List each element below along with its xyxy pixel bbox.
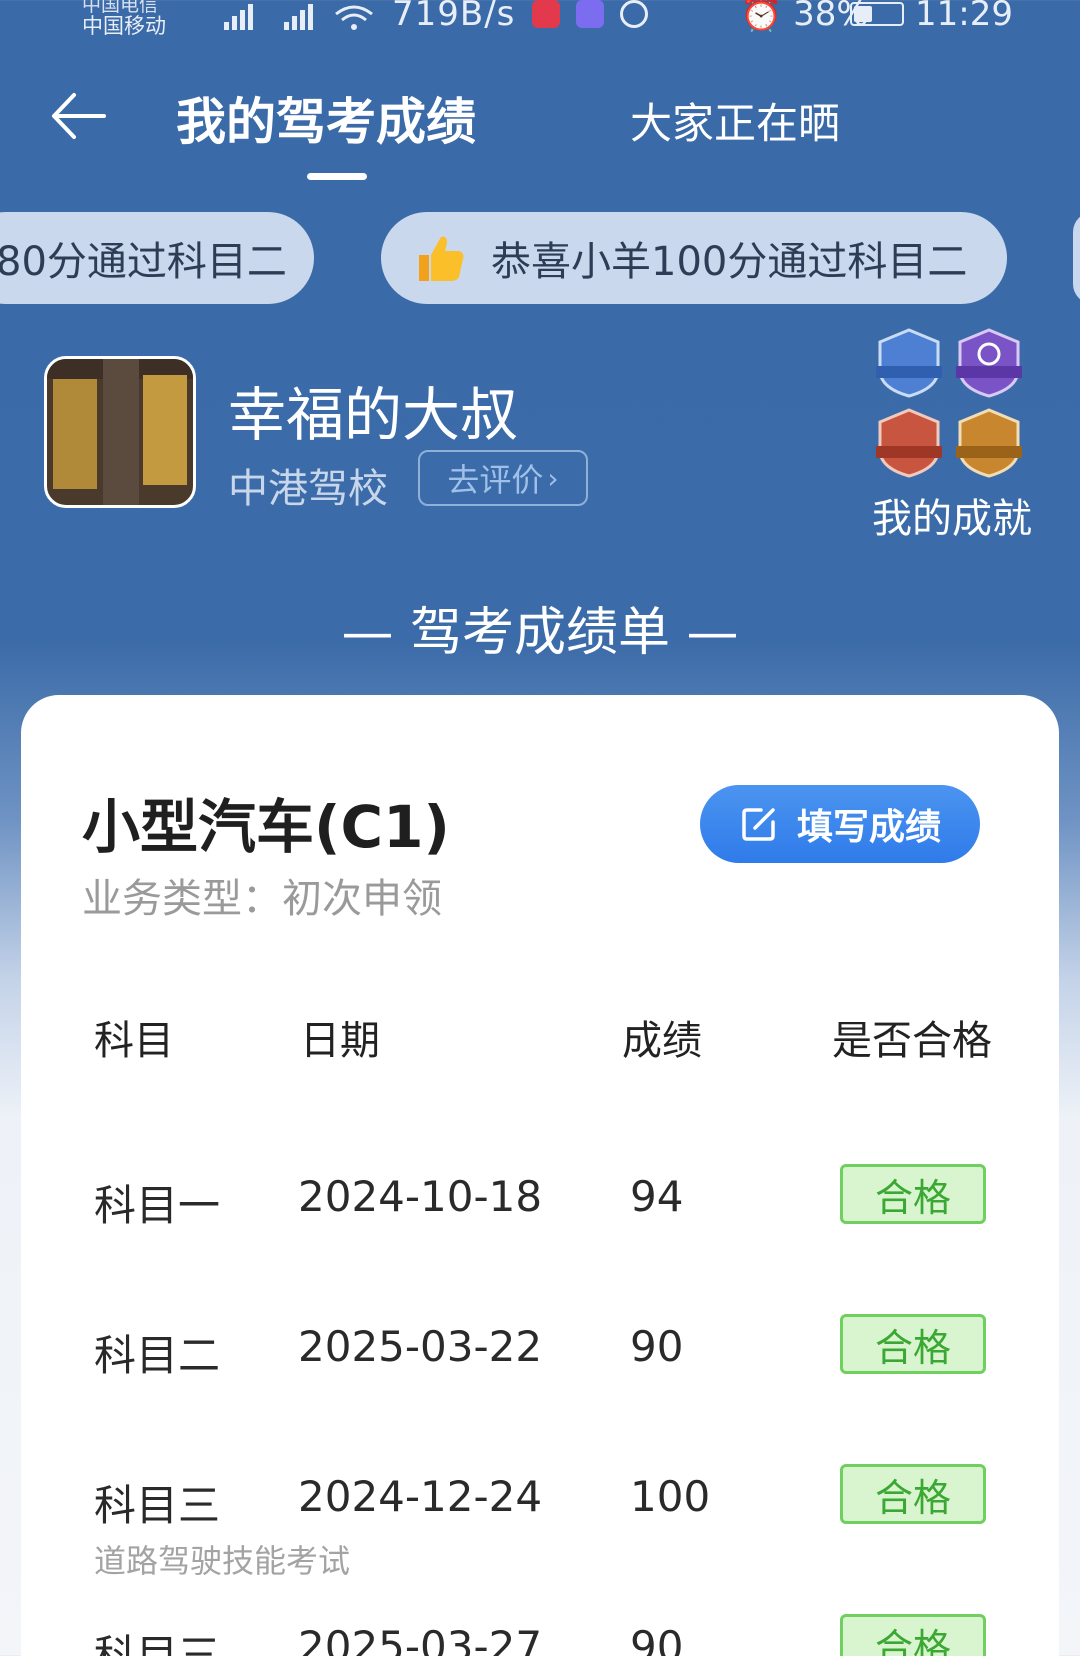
rate-school-button[interactable]: 去评价 ›	[418, 450, 588, 506]
cell-score: 90	[630, 1322, 684, 1371]
cell-date: 2024-12-24	[298, 1472, 543, 1521]
pass-badge: 合格	[840, 1314, 986, 1374]
column-header-pass: 是否合格	[832, 1018, 992, 1064]
cell-date: 2025-03-27	[298, 1622, 543, 1656]
cell-date: 2025-03-22	[298, 1322, 543, 1371]
status-bar: 中国电信 中国移动 719B/s ⏰ 38% 11:29	[0, 0, 1080, 48]
driving-school-name: 中港驾校	[228, 466, 388, 512]
business-type: 业务类型：初次申领	[82, 876, 442, 922]
table-row: 科目一 2024-10-18 94 合格	[0, 1164, 1080, 1262]
carrier-label: 中国移动	[82, 14, 166, 38]
signal-icon	[210, 2, 258, 32]
user-name: 幸福的大叔	[228, 381, 519, 449]
achievement-badges[interactable]	[872, 326, 1032, 486]
tab-underline	[307, 173, 367, 180]
subject-note: 道路驾驶技能考试	[94, 1542, 351, 1580]
column-header-date: 日期	[300, 1018, 380, 1064]
book-app-icon	[532, 0, 560, 28]
music-app-icon	[576, 0, 604, 28]
back-button[interactable]	[44, 82, 112, 150]
net-speed: 719B/s	[392, 0, 516, 34]
license-type: 小型汽车(C1)	[82, 793, 450, 861]
cell-subject: 科目三	[94, 1481, 221, 1530]
badge-license-icon	[952, 406, 1026, 480]
congrats-ticker: 80分通过科目二 恭喜小羊100分通过科目二	[0, 212, 1080, 304]
cell-subject: 科目二	[94, 1331, 221, 1380]
ticker-text: 恭喜小羊100分通过科目二	[491, 239, 968, 285]
pass-badge: 合格	[840, 1164, 986, 1224]
ticker-item[interactable]: 恭喜小羊100分通过科目二	[381, 212, 1007, 304]
pass-badge: 合格	[840, 1614, 986, 1656]
cell-score: 94	[630, 1172, 684, 1221]
rate-label: 去评价	[447, 461, 544, 499]
badge-subject-two-icon	[952, 326, 1026, 400]
fill-score-button[interactable]: 填写成绩	[700, 785, 980, 863]
badge-subject-one-icon	[872, 326, 946, 400]
chevron-right-icon: ›	[547, 461, 559, 495]
thumbs-up-icon	[419, 236, 464, 281]
ticker-item[interactable]	[1073, 212, 1080, 304]
table-row: 科目三 2025-03-27 90 合格	[0, 1614, 1080, 1656]
arrow-left-icon	[52, 93, 106, 139]
tab-everyone-sharing[interactable]: 大家正在晒	[630, 90, 840, 160]
ticker-text: 80分通过科目二	[0, 239, 287, 285]
badge-subject-three-icon	[872, 406, 946, 480]
pass-badge: 合格	[840, 1464, 986, 1524]
score-sheet-title: — 驾考成绩单 —	[341, 603, 739, 663]
ticker-item[interactable]: 80分通过科目二	[0, 212, 314, 304]
tab-my-scores[interactable]: 我的驾考成绩	[176, 82, 476, 152]
fill-score-label: 填写成绩	[796, 807, 941, 848]
column-header-score: 成绩	[622, 1018, 702, 1064]
signal-icon	[270, 2, 318, 32]
cell-score: 100	[630, 1472, 711, 1521]
avatar[interactable]	[44, 356, 196, 508]
cell-score: 90	[630, 1622, 684, 1656]
cell-date: 2024-10-18	[298, 1172, 543, 1221]
table-row: 科目二 2025-03-22 90 合格	[0, 1314, 1080, 1412]
edit-icon	[742, 808, 775, 841]
cell-subject: 科目一	[94, 1181, 221, 1230]
my-achievements-link[interactable]: 我的成就	[872, 486, 1032, 544]
circle-app-icon	[620, 0, 648, 28]
table-row: 科目三 2024-12-24 100 合格 道路驾驶技能考试	[0, 1464, 1080, 1580]
battery-icon	[850, 2, 904, 26]
cell-subject: 科目三	[94, 1631, 221, 1656]
wifi-icon	[332, 2, 376, 32]
clock: 11:29	[915, 0, 1013, 34]
alarm-icon: ⏰	[740, 0, 783, 34]
column-header-subject: 科目	[94, 1018, 174, 1064]
